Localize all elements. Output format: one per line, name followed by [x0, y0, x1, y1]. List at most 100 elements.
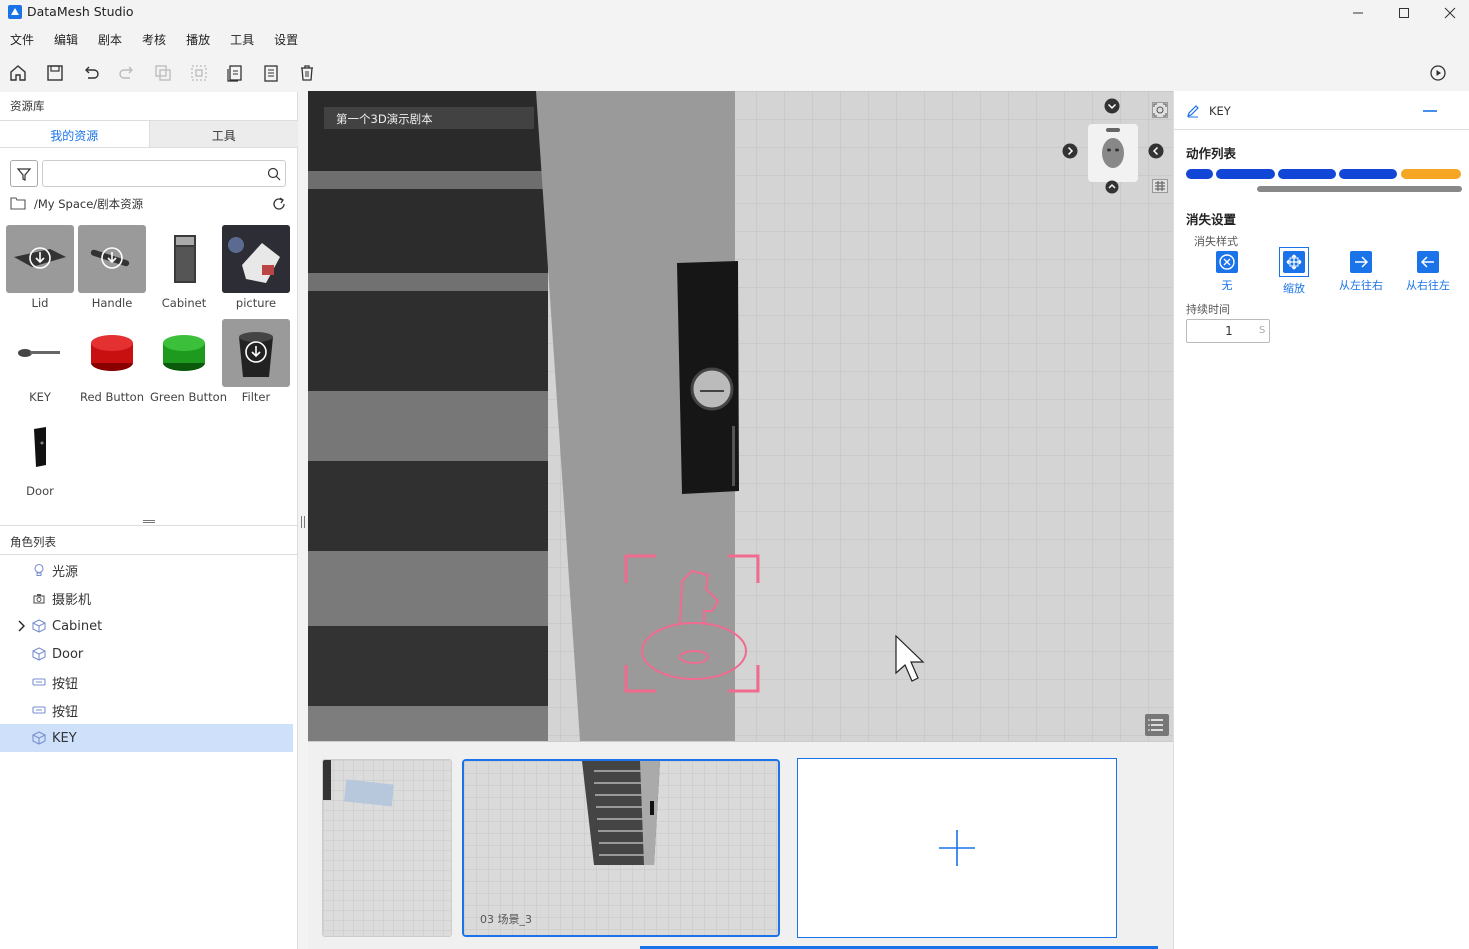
group-button[interactable]: [185, 59, 213, 87]
effect-icon: [1283, 251, 1305, 273]
copy-button[interactable]: [149, 59, 177, 87]
vertical-splitter[interactable]: [299, 92, 308, 949]
asset-picture[interactable]: picture: [222, 225, 290, 310]
paste-button[interactable]: [221, 59, 249, 87]
role-item-button-1[interactable]: 按钮: [0, 668, 293, 696]
group-icon: [191, 65, 207, 81]
tab-my-resources[interactable]: 我的资源: [0, 121, 149, 147]
3d-viewport[interactable]: 第一个3D演示剧本: [308, 91, 1173, 741]
save-button[interactable]: [41, 59, 69, 87]
menu-edit[interactable]: 编辑: [44, 28, 88, 50]
duration-field[interactable]: 1 S: [1186, 319, 1270, 343]
library-tabs: 我的资源 工具: [0, 120, 298, 148]
menu-script[interactable]: 剧本: [88, 28, 132, 50]
action-segment[interactable]: [1339, 169, 1397, 179]
menu-exam[interactable]: 考核: [132, 28, 176, 50]
action-segment[interactable]: [1401, 169, 1461, 179]
home-button[interactable]: [4, 59, 32, 87]
effect-left-to-right[interactable]: 从左往右: [1331, 251, 1391, 293]
filter-button[interactable]: [10, 160, 38, 187]
asset-thumbnail: [6, 319, 74, 387]
asset-filter[interactable]: Filter: [222, 319, 290, 404]
menu-settings[interactable]: 设置: [264, 28, 308, 50]
focus-button[interactable]: [1152, 102, 1168, 118]
search-icon[interactable]: [267, 167, 281, 181]
minimize-icon: [1353, 12, 1363, 14]
pencil-icon: [1187, 105, 1199, 118]
target-icon: [1153, 103, 1167, 117]
action-scrollbar[interactable]: [1257, 186, 1462, 192]
filter-icon: [16, 167, 32, 181]
add-scene-button[interactable]: [797, 758, 1117, 938]
asset-thumbnail: [6, 225, 74, 293]
action-segment[interactable]: [1186, 169, 1213, 179]
role-item-camera[interactable]: 摄影机: [0, 584, 293, 612]
role-item-button-2[interactable]: 按钮: [0, 696, 293, 724]
action-segment[interactable]: [1216, 169, 1275, 179]
scene-thumbnail-1[interactable]: [322, 759, 452, 937]
app-logo-icon: [8, 5, 22, 19]
action-list-title: 动作列表: [1186, 146, 1237, 161]
asset-thumbnail: [78, 319, 146, 387]
search-input[interactable]: [49, 161, 259, 185]
asset-cabinet[interactable]: Cabinet: [150, 225, 218, 310]
asset-label: Red Button: [79, 390, 145, 404]
asset-label: Door: [26, 484, 54, 498]
scene-preview: [323, 760, 451, 936]
effect-scale[interactable]: 缩放: [1264, 247, 1324, 296]
asset-green-button[interactable]: Green Button: [150, 319, 227, 404]
asset-lid[interactable]: Lid: [6, 225, 74, 310]
scene-thumbnail-2[interactable]: 03 场景_3: [462, 759, 780, 937]
close-icon: [1444, 7, 1456, 19]
tab-tools[interactable]: 工具: [148, 121, 298, 147]
download-icon: [29, 247, 51, 269]
chevron-up-icon[interactable]: [1105, 180, 1119, 194]
asset-thumbnail: [150, 225, 218, 293]
trash-icon: [301, 65, 313, 81]
panel-splitter[interactable]: [0, 517, 298, 526]
role-label: Door: [52, 646, 84, 662]
delete-button[interactable]: [293, 59, 321, 87]
role-item-cabinet[interactable]: Cabinet: [0, 612, 293, 640]
menu-play[interactable]: 播放: [176, 28, 220, 50]
disappear-settings-title: 消失设置: [1186, 212, 1237, 227]
view-cube[interactable]: [1088, 124, 1138, 182]
grid-toggle-button[interactable]: [1152, 179, 1168, 193]
chevron-left-icon[interactable]: [1148, 143, 1164, 159]
object-name: KEY: [1209, 104, 1231, 118]
redo-button[interactable]: [113, 59, 141, 87]
head-avatar-icon: [1102, 128, 1124, 168]
play-preview-button[interactable]: [1424, 59, 1452, 87]
collapse-icon[interactable]: [1422, 109, 1438, 113]
asset-label: Lid: [31, 296, 49, 310]
cube-icon: [32, 619, 46, 633]
asset-door[interactable]: Door: [6, 413, 74, 498]
menu-bar: 文件 编辑 剧本 考核 播放 工具 设置: [0, 28, 308, 50]
effect-none[interactable]: 无: [1197, 251, 1257, 293]
chevron-down-icon[interactable]: [1104, 98, 1120, 114]
maximize-button[interactable]: [1381, 0, 1427, 26]
role-item-key[interactable]: KEY: [0, 724, 293, 752]
asset-red-button[interactable]: Red Button: [78, 319, 146, 404]
asset-key[interactable]: KEY: [6, 319, 74, 404]
asset-label: Filter: [241, 390, 271, 404]
chevron-right-icon[interactable]: [1062, 143, 1078, 159]
role-item-door[interactable]: Door: [0, 640, 293, 668]
scene-list-button[interactable]: [1145, 714, 1169, 736]
menu-tools[interactable]: 工具: [220, 28, 264, 50]
close-button[interactable]: [1427, 0, 1469, 26]
action-segment[interactable]: [1278, 169, 1336, 179]
effect-right-to-left[interactable]: 从右往左: [1398, 251, 1458, 293]
minimize-button[interactable]: [1335, 0, 1381, 26]
script-name-label: 第一个3D演示剧本: [324, 107, 534, 129]
role-item-light[interactable]: 光源: [0, 556, 293, 584]
document-icon: [227, 65, 242, 82]
undo-button[interactable]: [77, 59, 105, 87]
menu-file[interactable]: 文件: [0, 28, 44, 50]
move-arrows-icon: [1286, 254, 1302, 270]
asset-handle[interactable]: Handle: [78, 225, 146, 310]
list-button[interactable]: [257, 59, 285, 87]
refresh-icon[interactable]: [271, 196, 287, 212]
chevron-right-icon[interactable]: [16, 620, 26, 632]
drag-handle-icon: [301, 516, 305, 528]
